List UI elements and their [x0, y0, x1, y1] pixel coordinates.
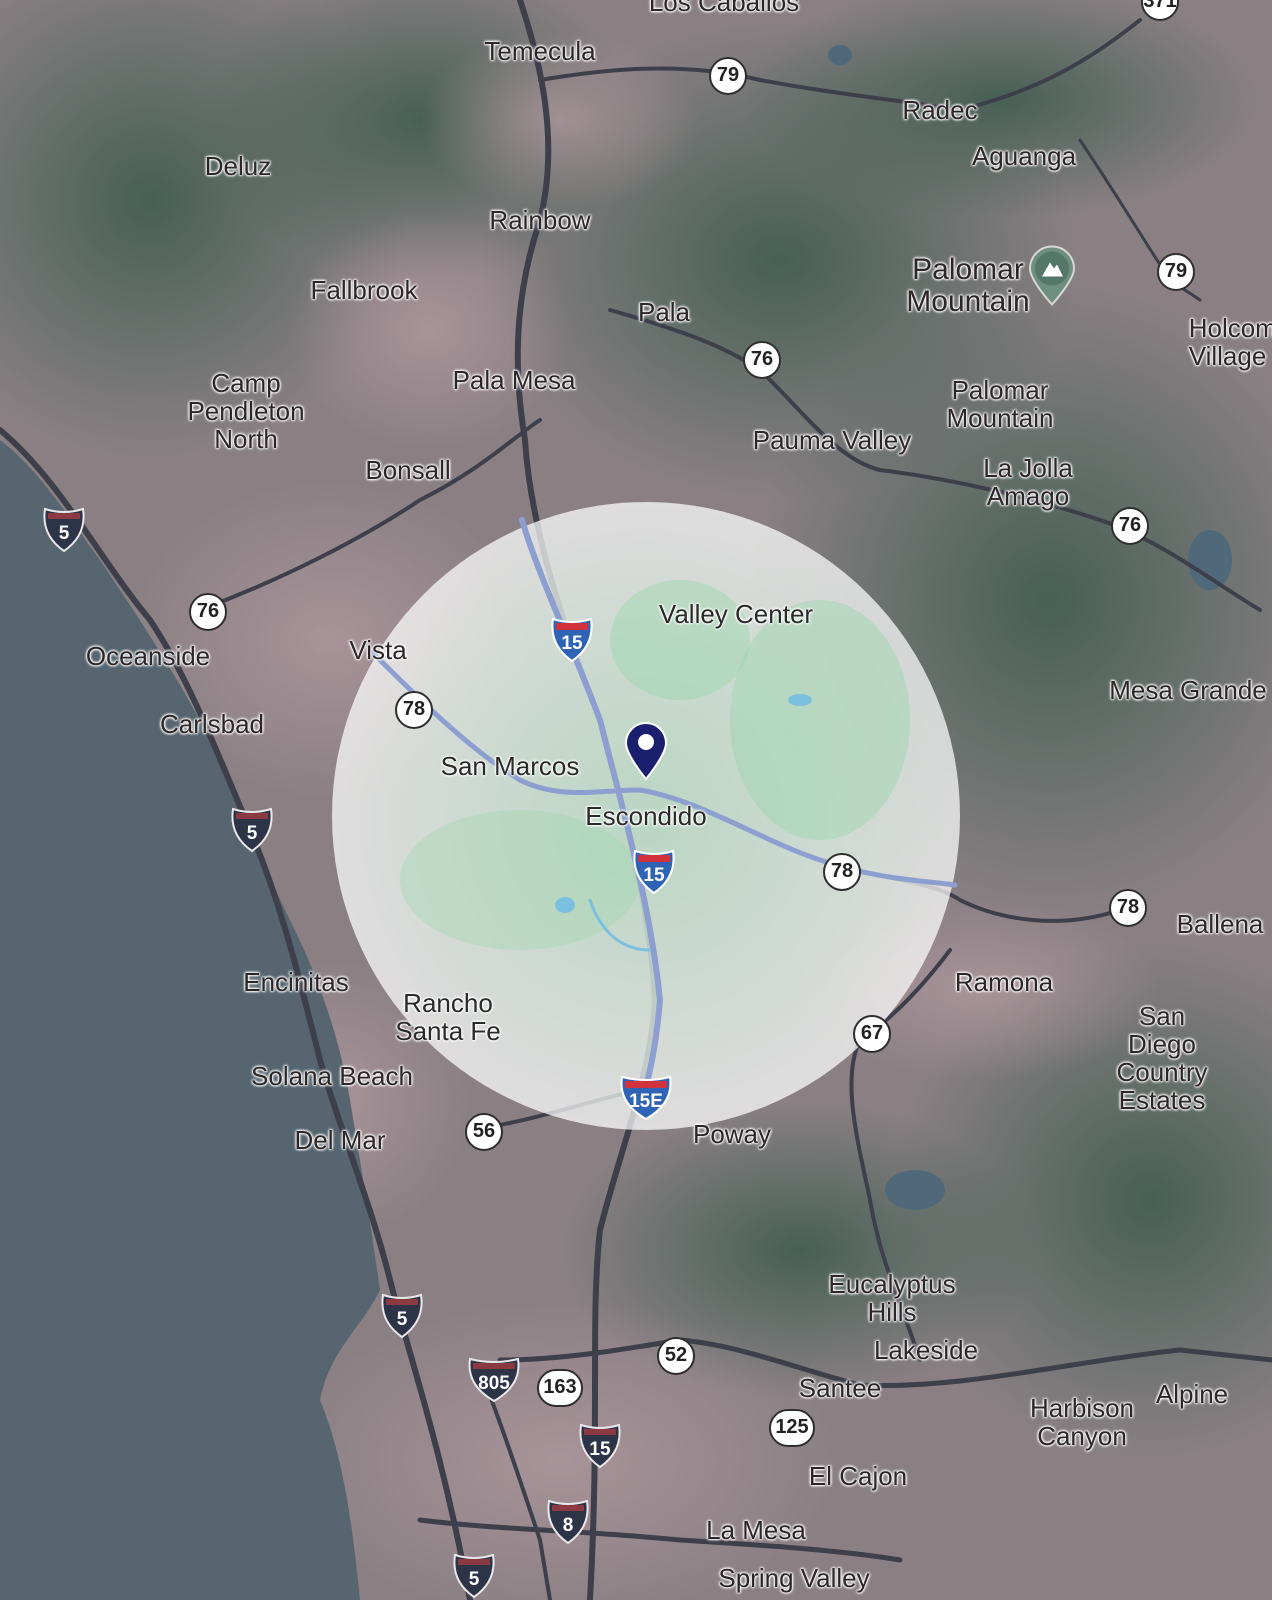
- place-valley-center: Valley Center: [658, 599, 814, 629]
- route-52-shield: 52: [657, 1337, 695, 1375]
- route-78-ramona-shield: 78: [1109, 889, 1147, 927]
- route-56-shield: 56: [465, 1113, 503, 1151]
- place-escondido: Escondido: [585, 801, 707, 831]
- interstate-5-carlsbad-shield: 5: [230, 807, 274, 853]
- place-san-marcos: San Marcos: [440, 751, 580, 781]
- place-oceanside: Oceanside: [85, 641, 211, 671]
- place-vista: Vista: [349, 635, 407, 665]
- place-la-mesa: La Mesa: [706, 1515, 806, 1545]
- route-79-north-shield: 79: [709, 57, 747, 95]
- place-harbison-canyon: Harbison Canyon: [1029, 1393, 1135, 1451]
- map-base: [0, 0, 1272, 1600]
- place-el-cajon: El Cajon: [808, 1461, 908, 1491]
- route-67-shield: 67: [853, 1015, 891, 1053]
- route-78-vista-shield: 78: [395, 691, 433, 729]
- place-carlsbad: Carlsbad: [159, 709, 265, 739]
- route-163-shield: 163: [537, 1369, 583, 1407]
- place-mesa-grande: Mesa Grande: [1109, 675, 1267, 705]
- place-la-jolla-amago: La Jolla Amago: [983, 453, 1073, 511]
- interstate-5-north-shield: 5: [42, 507, 86, 553]
- map-view[interactable]: Los Caballos Temecula Radec Deluz Aguang…: [0, 0, 1272, 1600]
- route-78-escondido-shield: 78: [823, 853, 861, 891]
- place-radec: Radec: [902, 95, 978, 125]
- route-79-east-shield: 79: [1157, 253, 1195, 291]
- place-rancho-santa-fe: Rancho Santa Fe: [395, 988, 501, 1046]
- place-aguanga: Aguanga: [971, 141, 1077, 171]
- interstate-5-south-shield: 5: [380, 1293, 424, 1339]
- route-76-east-shield: 76: [1111, 507, 1149, 545]
- place-holcomb-village: Holcomb Village: [1188, 313, 1272, 371]
- route-76-pala-shield: 76: [743, 341, 781, 379]
- place-palomar-mountain-poi: Palomar Mountain: [906, 253, 1030, 318]
- place-pauma-valley: Pauma Valley: [752, 425, 912, 455]
- place-lakeside: Lakeside: [873, 1335, 979, 1365]
- place-eucalyptus-hills: Eucalyptus Hills: [828, 1269, 956, 1327]
- place-ramona: Ramona: [954, 967, 1054, 997]
- interstate-805-shield: 805: [467, 1357, 521, 1403]
- place-ballena: Ballena: [1176, 909, 1264, 939]
- interstate-15-north-shield: 15: [550, 617, 594, 663]
- interstate-15-south-shield: 15: [578, 1423, 622, 1469]
- place-san-diego-country-estates: San Diego Country Estates: [1116, 1001, 1208, 1115]
- place-poway: Poway: [692, 1119, 772, 1149]
- place-spring-valley: Spring Valley: [718, 1563, 870, 1593]
- place-pala-mesa: Pala Mesa: [452, 365, 576, 395]
- interstate-8-shield: 8: [546, 1499, 590, 1545]
- route-371-shield: 371: [1141, 0, 1179, 21]
- place-deluz: Deluz: [204, 151, 272, 181]
- place-temecula: Temecula: [484, 36, 596, 66]
- place-palomar-mountain: Palomar Mountain: [946, 375, 1054, 433]
- place-pala: Pala: [637, 297, 691, 327]
- place-bonsall: Bonsall: [365, 455, 451, 485]
- place-fallbrook: Fallbrook: [310, 275, 418, 305]
- interstate-15-escondido-shield: 15: [632, 849, 676, 895]
- place-encinitas: Encinitas: [243, 967, 349, 997]
- interstate-5-bottom-shield: 5: [452, 1553, 496, 1599]
- place-solana-beach: Solana Beach: [251, 1061, 413, 1091]
- location-pin-icon[interactable]: [624, 721, 668, 786]
- place-alpine: Alpine: [1155, 1379, 1229, 1409]
- place-rainbow: Rainbow: [489, 205, 591, 235]
- interstate-15e-shield: 15E: [619, 1075, 673, 1121]
- route-125-shield: 125: [769, 1409, 815, 1447]
- place-los-caballos: Los Caballos: [648, 0, 800, 17]
- place-camp-pendleton-north: Camp Pendleton North: [187, 368, 305, 454]
- mountain-poi-icon[interactable]: [1026, 245, 1078, 312]
- route-76-oceanside-shield: 76: [189, 593, 227, 631]
- place-del-mar: Del Mar: [294, 1125, 386, 1155]
- place-santee: Santee: [798, 1373, 882, 1403]
